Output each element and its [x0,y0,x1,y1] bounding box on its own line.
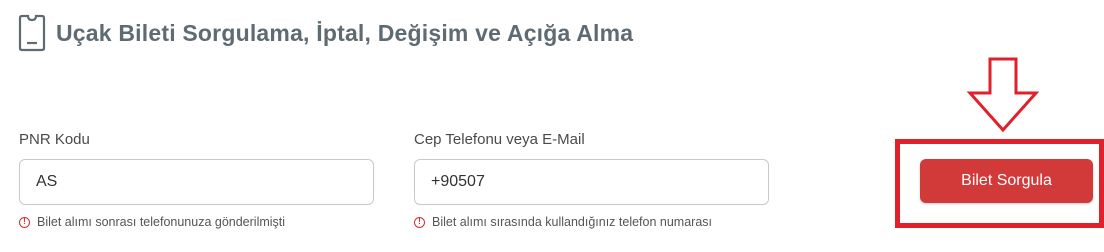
pnr-input[interactable] [19,159,374,205]
info-icon: ! [19,216,30,228]
page-header: Uçak Bileti Sorgulama, İptal, Değişim ve… [18,14,633,52]
ticket-icon [18,14,46,52]
submit-button[interactable]: Bilet Sorgula [920,159,1093,203]
contact-label: Cep Telefonu veya E-Mail [414,131,585,148]
pnr-hint-text: Bilet alımı sonrası telefonunuza gönderi… [37,215,286,229]
pnr-field-group: PNR Kodu ! Bilet alımı sonrası telefonun… [19,131,374,229]
down-arrow-icon [966,57,1040,132]
contact-field-group: Cep Telefonu veya E-Mail ! Bilet alımı s… [414,131,769,229]
info-icon: ! [414,216,425,228]
contact-input[interactable] [414,159,769,205]
contact-hint: ! Bilet alımı sırasında kullandığınız te… [414,215,769,229]
pnr-hint: ! Bilet alımı sonrası telefonunuza gönde… [19,215,374,229]
pnr-label: PNR Kodu [19,131,90,148]
page-title: Uçak Bileti Sorgulama, İptal, Değişim ve… [56,19,634,46]
contact-hint-text: Bilet alımı sırasında kullandığınız tele… [432,215,713,229]
